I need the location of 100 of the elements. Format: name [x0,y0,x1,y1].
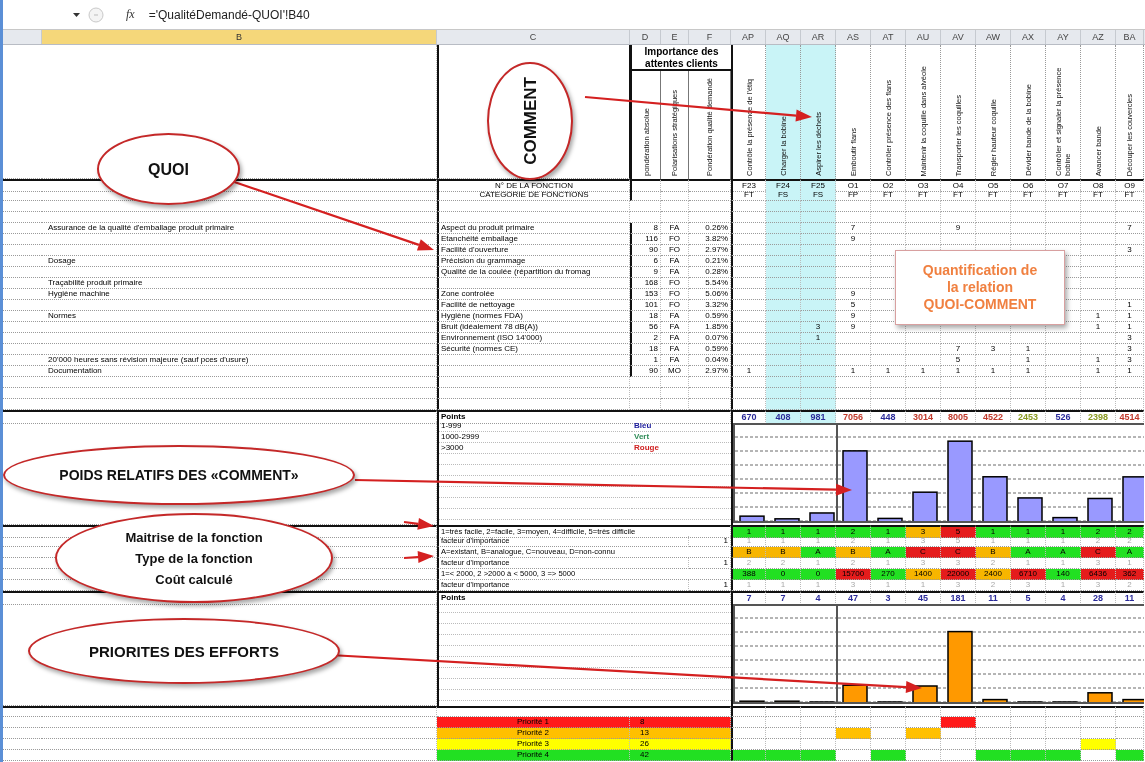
table-cell [801,201,836,212]
table-cell [941,399,976,410]
table-cell [766,300,801,311]
row-label: Points [437,410,731,424]
factor-value: 1 [766,580,801,591]
table-cell: 1 [1011,366,1046,377]
row-label: N° DE LA FONCTION [437,179,630,192]
table-cell [906,344,941,355]
column-group-title: Importance des attentes clients [630,45,731,71]
table-cell: 2.97% [689,366,731,377]
table-cell: FA [661,256,689,267]
column-header[interactable]: BA [1116,30,1144,44]
chart-bar [809,701,835,704]
table-cell: 5 [836,300,871,311]
table-cell [661,212,689,223]
table-cell [941,377,976,388]
table-cell [1116,256,1144,267]
table-cell [906,212,941,223]
table-cell [1081,267,1116,278]
table-cell: 153 [630,289,661,300]
table-cell [906,355,941,366]
table-cell [1081,289,1116,300]
column-header[interactable]: AV [941,30,976,44]
callout-text: Type de la fonction [135,549,253,568]
points-value: 8005 [948,412,968,422]
table-cell [766,289,801,300]
callout-text: PRIORITES DES EFFORTS [89,641,279,661]
table-cell [766,267,801,278]
points-value: 7 [746,593,752,603]
table-cell [1116,201,1144,212]
column-header[interactable]: AQ [766,30,801,44]
priority-count: 42 [630,750,731,761]
column-header[interactable]: F [689,30,731,44]
table-cell [941,201,976,212]
table-cell [766,201,801,212]
function-category: FT [871,190,906,201]
column-header[interactable]: AT [871,30,906,44]
table-cell [801,344,836,355]
factor-value: 1 [731,580,766,591]
column-header[interactable]: E [661,30,689,44]
rating-value: 1400 [906,569,941,580]
callout-text: QUOI [148,159,189,179]
priority-label: Priorité 1 [437,717,630,728]
requirement-name: Dosage [42,256,437,267]
table-cell [871,388,906,399]
table-cell: 0.59% [689,344,731,355]
table-cell: 3 [1116,333,1144,344]
table-cell: 1 [941,366,976,377]
chart-bar [842,684,868,704]
column-header[interactable]: AS [836,30,871,44]
table-cell [1046,377,1081,388]
table-cell: 6 [630,256,661,267]
table-cell [976,388,1011,399]
column-header[interactable]: B [42,30,437,44]
table-cell [941,388,976,399]
rating-value: C [906,547,941,558]
table-cell [3,410,42,424]
table-cell [661,377,689,388]
table-cell [1081,256,1116,267]
column-header[interactable]: AX [1011,30,1046,44]
table-cell [1116,212,1144,223]
column-header[interactable]: AU [906,30,941,44]
table-cell [871,377,906,388]
points-value: 2453 [1018,412,1038,422]
arrow [403,517,434,530]
column-header[interactable]: AP [731,30,766,44]
column-header[interactable]: D [630,30,661,44]
function-category: FS [801,190,836,201]
formula-field[interactable]: ='QualitéDemandé-QUOI'!B40 [148,7,310,22]
table-cell [1116,399,1144,410]
table-cell [1081,399,1116,410]
table-cell: FO [661,245,689,256]
table-cell [906,333,941,344]
table-cell [766,333,801,344]
table-cell [630,399,661,410]
requirement-detail: Etanchéité emballage [437,234,630,245]
chart-bar [912,491,938,523]
chart-bar [1052,516,1078,523]
function-category: FT [1081,190,1116,201]
table-cell [871,201,906,212]
table-cell [689,190,731,201]
column-header[interactable]: AY [1046,30,1081,44]
table-cell [871,212,906,223]
column-header[interactable]: AW [976,30,1011,44]
table-cell: 2.97% [689,245,731,256]
table-cell: 90 [630,366,661,377]
table-cell [1011,399,1046,410]
table-cell [1011,212,1046,223]
rating-value: 1 [1046,525,1081,538]
caret-icon[interactable] [73,12,80,17]
table-cell: 8 [630,223,661,234]
column-header[interactable]: AR [801,30,836,44]
function-label: fx [126,7,135,22]
column-header[interactable]: AZ [1081,30,1116,44]
requirement-detail: Sécurité (normes CE) [437,344,630,355]
function-category: FS [766,190,801,201]
table-cell: FA [661,267,689,278]
table-cell [801,388,836,399]
column-header[interactable]: C [437,30,630,44]
function-number: O7 [1046,179,1081,192]
